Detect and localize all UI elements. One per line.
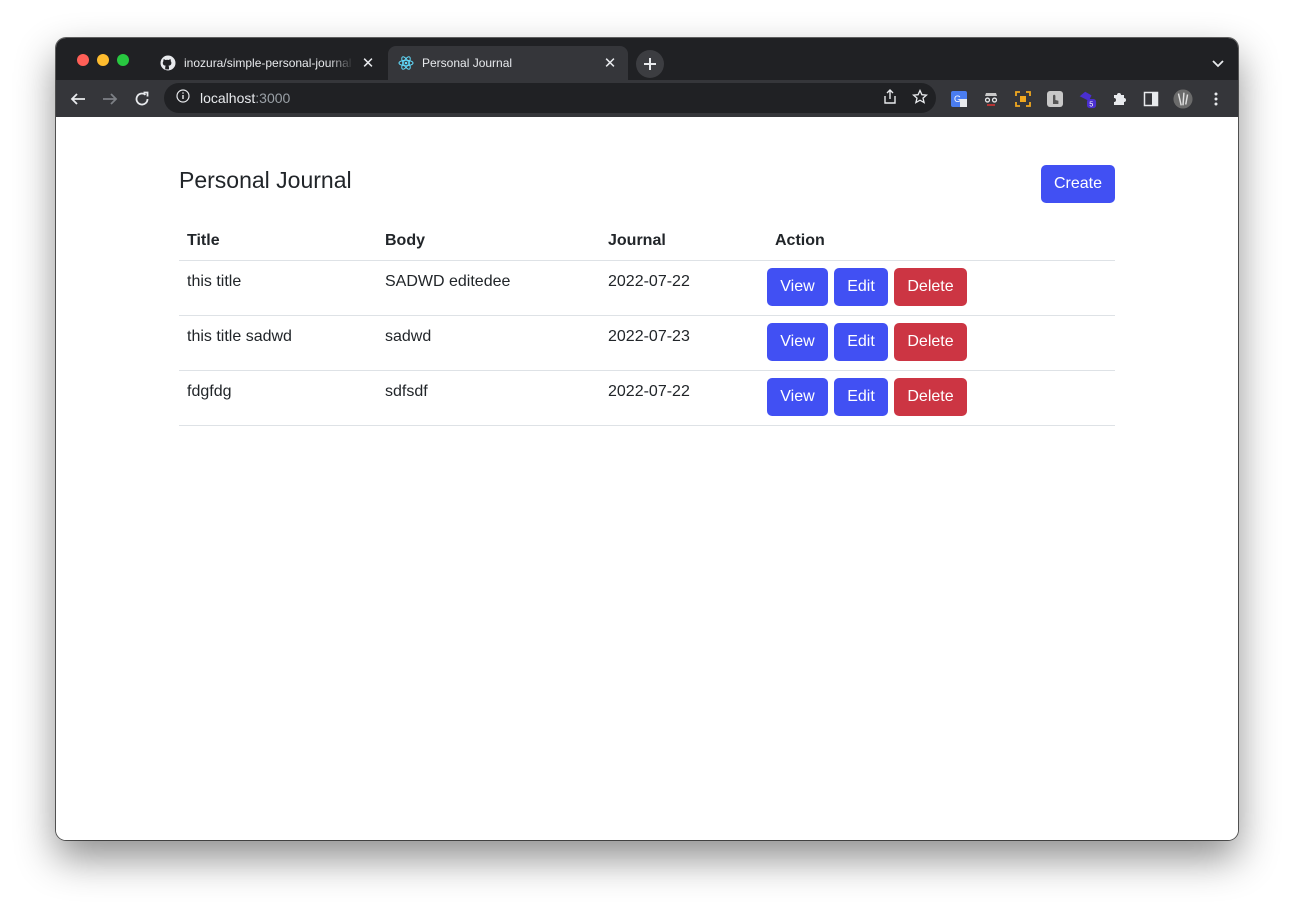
column-header-action: Action [767,222,1115,261]
delete-button[interactable]: Delete [894,323,967,361]
delete-button[interactable]: Delete [894,378,967,416]
cell-journal: 2022-07-23 [600,315,767,371]
cell-actions: View Edit Delete [767,370,1115,426]
cell-title: this title [179,260,377,316]
forward-icon[interactable] [99,88,121,110]
edit-button[interactable]: Edit [834,378,888,416]
side-panel-icon[interactable] [1141,89,1161,109]
maximize-window-button[interactable] [117,54,129,66]
close-window-button[interactable] [77,54,89,66]
extensions-puzzle-icon[interactable] [1109,89,1129,109]
page-content: Personal Journal Create Title Body Journ… [56,117,1238,840]
tab-title: Personal Journal [422,56,513,70]
reload-icon[interactable] [131,88,153,110]
column-header-journal: Journal [600,222,767,261]
cell-title: this title sadwd [179,315,377,371]
tab-title: inozura/simple-personal-journal [184,56,352,70]
avatar[interactable] [1173,89,1193,109]
plus-icon [644,58,656,70]
cell-body: sdfsdf [377,370,600,426]
cell-journal: 2022-07-22 [600,260,767,316]
browser-window: inozura/simple-personal-journal ✕ Person… [56,38,1238,840]
column-header-title: Title [179,222,377,261]
table-header-row: Title Body Journal Action [179,222,1115,261]
page-title: Personal Journal [179,167,352,193]
new-tab-button[interactable] [636,50,664,78]
chevron-down-icon [1212,60,1224,68]
svg-text:G: G [954,94,961,104]
address-bar[interactable]: localhost:3000 [164,83,936,113]
bookmark-star-icon[interactable] [911,88,929,110]
cell-title: fdgfdg [179,370,377,426]
view-button[interactable]: View [767,323,828,361]
table-row: this title sadwd sadwd 2022-07-23 View Ed… [179,315,1115,371]
browser-toolbar: localhost:3000 G 5 [56,80,1238,117]
info-icon[interactable] [176,88,190,108]
screenshot-capture-icon[interactable] [1013,89,1033,109]
journal-table: Title Body Journal Action this title SAD… [179,222,1115,426]
url-text: localhost:3000 [200,90,290,106]
close-icon[interactable]: ✕ [602,55,618,72]
svg-text:5: 5 [1089,99,1093,108]
delete-button[interactable]: Delete [894,268,967,306]
cell-actions: View Edit Delete [767,315,1115,371]
back-icon[interactable] [67,88,89,110]
url-host: localhost [200,90,256,106]
view-button[interactable]: View [767,268,828,306]
view-button[interactable]: View [767,378,828,416]
google-translate-icon[interactable]: G [949,89,969,109]
cell-actions: View Edit Delete [767,260,1115,316]
more-menu-icon[interactable] [1206,89,1226,109]
edit-button[interactable]: Edit [834,323,888,361]
github-icon [160,55,176,71]
tab-search-button[interactable] [1212,55,1224,73]
react-icon [398,55,414,71]
table-row: fdgfdg sdfsdf 2022-07-22 View Edit Delete [179,370,1115,426]
cell-body: sadwd [377,315,600,371]
cell-body: SADWD editedee [377,260,600,316]
tab-github[interactable]: inozura/simple-personal-journal ✕ [150,46,386,80]
close-icon[interactable]: ✕ [360,55,376,72]
hand-pointer-extension-icon[interactable] [1045,89,1065,109]
tab-bar: inozura/simple-personal-journal ✕ Person… [56,38,1238,80]
create-button[interactable]: Create [1041,165,1115,203]
minimize-window-button[interactable] [97,54,109,66]
cell-journal: 2022-07-22 [600,370,767,426]
extension-badge-icon[interactable]: 5 [1077,89,1097,109]
edit-button[interactable]: Edit [834,268,888,306]
share-icon[interactable] [882,89,898,110]
column-header-body: Body [377,222,600,261]
spy-glasses-icon[interactable] [981,89,1001,109]
table-row: this title SADWD editedee 2022-07-22 Vie… [179,260,1115,316]
tab-personal-journal[interactable]: Personal Journal ✕ [388,46,628,80]
url-port: :3000 [255,90,291,106]
